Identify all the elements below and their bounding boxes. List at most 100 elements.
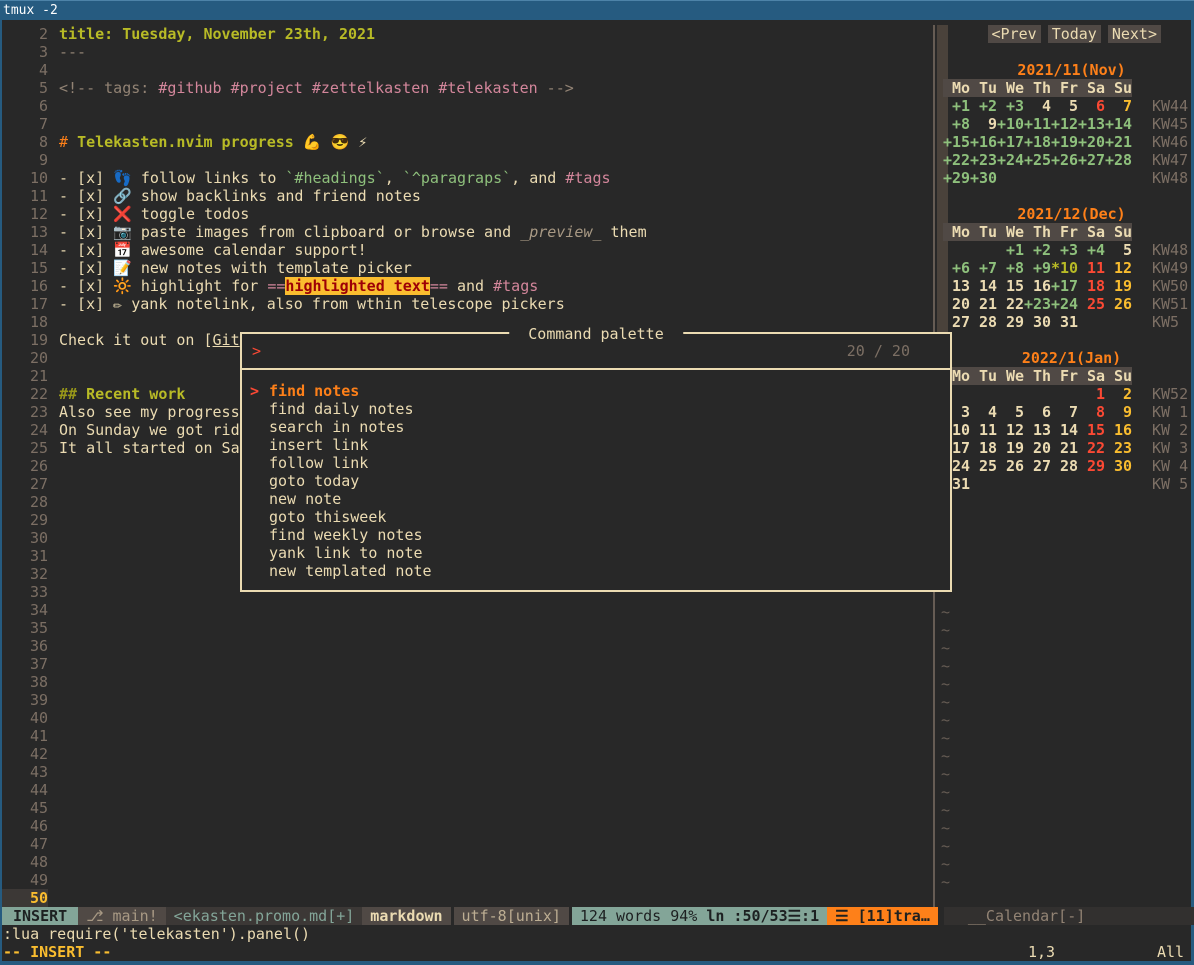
- calendar-nav-prev-button[interactable]: <Prev: [988, 25, 1041, 43]
- calendar-day[interactable]: +24: [1051, 295, 1078, 313]
- calendar-day[interactable]: 12: [1105, 259, 1132, 277]
- calendar-day[interactable]: +2: [1024, 241, 1051, 259]
- calendar-day[interactable]: +1: [943, 97, 970, 115]
- calendar-day[interactable]: 5: [1051, 97, 1078, 115]
- editor-line[interactable]: 12- [x] ❌ toggle todos: [2, 205, 933, 223]
- calendar-day[interactable]: 1: [1078, 385, 1105, 403]
- filename-segment[interactable]: <ekasten.promo.md[+]: [166, 907, 363, 925]
- editor-line[interactable]: 13- [x] 📷 paste images from clipboard or…: [2, 223, 933, 241]
- editor-line[interactable]: 18: [2, 313, 933, 331]
- calendar-day[interactable]: 22: [997, 295, 1024, 313]
- editor-line[interactable]: 47: [2, 835, 933, 853]
- calendar-day[interactable]: 19: [1105, 277, 1132, 295]
- calendar-day[interactable]: 6: [1078, 97, 1105, 115]
- calendar-day[interactable]: +23: [1024, 295, 1051, 313]
- calendar-day[interactable]: +21: [1105, 133, 1132, 151]
- calendar-day[interactable]: +29: [943, 169, 970, 187]
- editor-line[interactable]: 37: [2, 655, 933, 673]
- editor-line[interactable]: 46: [2, 817, 933, 835]
- calendar-day[interactable]: 15: [997, 277, 1024, 295]
- calendar-day[interactable]: +13: [1078, 115, 1105, 133]
- git-branch-segment[interactable]: ⎇ main!: [78, 907, 165, 925]
- calendar-day[interactable]: +9: [1024, 259, 1051, 277]
- calendar-day[interactable]: 13: [1024, 421, 1051, 439]
- calendar-nav-today-button[interactable]: Today: [1048, 25, 1101, 43]
- calendar-day[interactable]: +6: [943, 259, 970, 277]
- calendar-day[interactable]: +24: [997, 151, 1024, 169]
- calendar-day[interactable]: +11: [1024, 115, 1051, 133]
- calendar-day[interactable]: 26: [997, 457, 1024, 475]
- calendar-day[interactable]: 7: [1051, 403, 1078, 421]
- calendar-day[interactable]: 29: [997, 313, 1024, 331]
- calendar-day[interactable]: +19: [1051, 133, 1078, 151]
- palette-item[interactable]: goto today: [242, 472, 950, 490]
- calendar-day[interactable]: +25: [1024, 151, 1051, 169]
- calendar-day[interactable]: 25: [1078, 295, 1105, 313]
- calendar-day[interactable]: 8: [1078, 403, 1105, 421]
- calendar-day[interactable]: +8: [997, 259, 1024, 277]
- palette-item[interactable]: find daily notes: [242, 400, 950, 418]
- editor-line[interactable]: 45: [2, 799, 933, 817]
- calendar-day[interactable]: 16: [1024, 277, 1051, 295]
- calendar-day[interactable]: 16: [1105, 421, 1132, 439]
- editor-line[interactable]: 41: [2, 727, 933, 745]
- calendar-day[interactable]: +3: [1051, 241, 1078, 259]
- palette-item[interactable]: follow link: [242, 454, 950, 472]
- calendar-day[interactable]: 12: [997, 421, 1024, 439]
- editor-line[interactable]: 40: [2, 709, 933, 727]
- calendar-day[interactable]: 29: [1078, 457, 1105, 475]
- editor-line[interactable]: 17- [x] ✏ yank notelink, also from wthin…: [2, 295, 933, 313]
- calendar-day[interactable]: 26: [1105, 295, 1132, 313]
- editor-line[interactable]: 39: [2, 691, 933, 709]
- calendar-nav-next-button[interactable]: Next>: [1108, 25, 1161, 43]
- calendar-day[interactable]: 11: [970, 421, 997, 439]
- editor-line[interactable]: 48: [2, 853, 933, 871]
- editor-line[interactable]: 35: [2, 619, 933, 637]
- calendar-day[interactable]: 25: [970, 457, 997, 475]
- calendar-day[interactable]: +22: [943, 151, 970, 169]
- editor-line[interactable]: 6: [2, 97, 933, 115]
- calendar-day[interactable]: 4: [1024, 97, 1051, 115]
- calendar-day[interactable]: 31: [1051, 313, 1078, 331]
- editor-line[interactable]: 43: [2, 763, 933, 781]
- calendar-day[interactable]: 14: [1051, 421, 1078, 439]
- calendar-day[interactable]: 27: [1024, 457, 1051, 475]
- calendar-day[interactable]: 30: [1024, 313, 1051, 331]
- alert-segment[interactable]: ☰ [11]tra…: [827, 907, 938, 925]
- calendar-day[interactable]: 7: [1105, 97, 1132, 115]
- editor-line[interactable]: 9: [2, 151, 933, 169]
- editor-line[interactable]: 44: [2, 781, 933, 799]
- editor-line[interactable]: 50: [2, 889, 933, 907]
- palette-item[interactable]: new note: [242, 490, 950, 508]
- calendar-day[interactable]: +17: [1051, 277, 1078, 295]
- calendar-day[interactable]: 23: [1105, 439, 1132, 457]
- palette-item[interactable]: new templated note: [242, 562, 950, 580]
- calendar-day[interactable]: 20: [1024, 439, 1051, 457]
- calendar-day[interactable]: 30: [1105, 457, 1132, 475]
- calendar-day[interactable]: +28: [1105, 151, 1132, 169]
- calendar-day[interactable]: 18: [1078, 277, 1105, 295]
- calendar-day[interactable]: 6: [1024, 403, 1051, 421]
- calendar-day[interactable]: 14: [970, 277, 997, 295]
- calendar-day[interactable]: +3: [997, 97, 1024, 115]
- calendar-day[interactable]: +15: [943, 133, 970, 151]
- calendar-day[interactable]: 2: [1105, 385, 1132, 403]
- editor-line[interactable]: 10- [x] 👣 follow links to `#headings`, `…: [2, 169, 933, 187]
- calendar-day[interactable]: 19: [997, 439, 1024, 457]
- calendar-day[interactable]: +18: [1024, 133, 1051, 151]
- calendar-day[interactable]: 9: [1105, 403, 1132, 421]
- calendar-day[interactable]: +16: [970, 133, 997, 151]
- editor-line[interactable]: 42: [2, 745, 933, 763]
- calendar-day[interactable]: +1: [997, 241, 1024, 259]
- calendar-day[interactable]: +12: [1051, 115, 1078, 133]
- editor-line[interactable]: 36: [2, 637, 933, 655]
- calendar-day[interactable]: 13: [943, 277, 970, 295]
- calendar-day[interactable]: *10: [1051, 259, 1078, 277]
- editor-line[interactable]: 38: [2, 673, 933, 691]
- palette-item[interactable]: >find notes: [242, 382, 950, 400]
- calendar-day[interactable]: 5: [1105, 241, 1132, 259]
- editor-line[interactable]: 14- [x] 📅 awesome calendar support!: [2, 241, 933, 259]
- editor-line[interactable]: 11- [x] 🔗 show backlinks and friend note…: [2, 187, 933, 205]
- calendar-day[interactable]: 9: [970, 115, 997, 133]
- calendar-day[interactable]: +23: [970, 151, 997, 169]
